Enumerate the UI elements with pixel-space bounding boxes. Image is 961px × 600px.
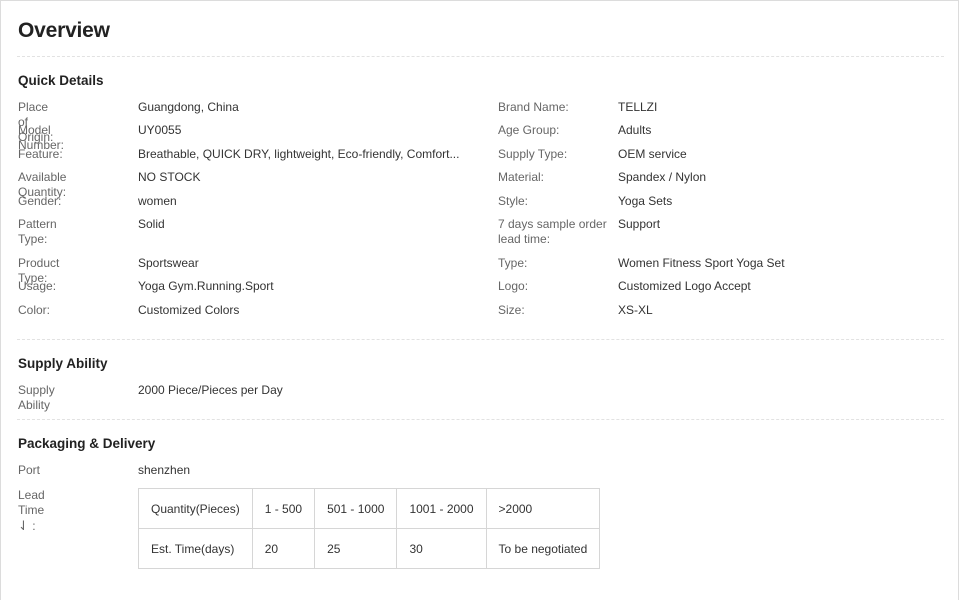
table-cell: 25: [314, 528, 398, 569]
detail-value: Solid: [138, 217, 165, 231]
detail-value: Customized Colors: [138, 303, 240, 317]
table-cell: >2000: [485, 488, 601, 529]
table-cell: 1001 - 2000: [396, 488, 487, 529]
overview-panel: Overview Quick Details Place of Origin: …: [0, 0, 959, 600]
supply-ability-value: 2000 Piece/Pieces per Day: [138, 383, 283, 397]
detail-label: Size:: [498, 303, 525, 317]
supply-ability-label: Supply Ability: [18, 383, 55, 412]
detail-label: Usage:: [18, 279, 57, 293]
detail-value: XS-XL: [618, 303, 653, 317]
detail-label: Style:: [498, 194, 529, 208]
table-cell: 501 - 1000: [314, 488, 398, 529]
detail-value: TELLZI: [618, 100, 658, 114]
table-cell: Est. Time(days): [138, 528, 253, 569]
page-title: Overview: [18, 19, 110, 42]
table-row: Est. Time(days) 20 25 30 To be negotiate…: [138, 528, 601, 569]
detail-value: Women Fitness Sport Yoga Set: [618, 256, 785, 270]
detail-value: Yoga Gym.Running.Sport: [138, 279, 274, 293]
lead-time-table: Quantity(Pieces) 1 - 500 501 - 1000 1001…: [138, 488, 601, 569]
detail-label: Feature:: [18, 147, 63, 161]
detail-value: UY0055: [138, 123, 182, 137]
detail-label: Pattern Type:: [18, 217, 57, 246]
lead-time-colon: :: [28, 519, 36, 533]
port-label: Port: [18, 463, 41, 477]
lead-time-label: Lead Time ⇃ :: [18, 488, 45, 534]
divider: [17, 56, 944, 57]
detail-value: Support: [618, 217, 661, 231]
table-cell: To be negotiated: [485, 528, 601, 569]
detail-label: Color:: [18, 303, 51, 317]
detail-value: Breathable, QUICK DRY, lightweight, Eco-…: [138, 147, 460, 161]
detail-label: Material:: [498, 170, 545, 184]
lead-time-label-text: Lead Time: [18, 488, 45, 517]
table-cell: 20: [251, 528, 316, 569]
packaging-delivery-title: Packaging & Delivery: [18, 436, 156, 451]
quick-details-title: Quick Details: [18, 73, 104, 88]
detail-label: Gender:: [18, 194, 62, 208]
detail-value: Adults: [618, 123, 652, 137]
detail-value: Yoga Sets: [618, 194, 673, 208]
table-cell: 30: [396, 528, 487, 569]
detail-label: Brand Name:: [498, 100, 569, 114]
detail-label: Supply Type:: [498, 147, 568, 161]
arrow-down-icon: ⇃: [18, 518, 29, 533]
detail-value: women: [138, 194, 177, 208]
port-value: shenzhen: [138, 463, 191, 477]
detail-value: Spandex / Nylon: [618, 170, 707, 184]
table-header-row: Quantity(Pieces) 1 - 500 501 - 1000 1001…: [138, 488, 601, 529]
supply-ability-title: Supply Ability: [18, 356, 108, 371]
divider: [17, 339, 944, 340]
detail-label: 7 days sample order lead time:: [498, 217, 607, 246]
divider: [17, 419, 944, 420]
table-cell: 1 - 500: [251, 488, 316, 529]
detail-value: Customized Logo Accept: [618, 279, 751, 293]
detail-label: Type:: [498, 256, 528, 270]
detail-value: NO STOCK: [138, 170, 201, 184]
detail-value: Guangdong, China: [138, 100, 239, 114]
detail-value: Sportswear: [138, 256, 199, 270]
detail-label: Age Group:: [498, 123, 560, 137]
detail-value: OEM service: [618, 147, 687, 161]
table-cell: Quantity(Pieces): [138, 488, 253, 529]
detail-label: Logo:: [498, 279, 529, 293]
